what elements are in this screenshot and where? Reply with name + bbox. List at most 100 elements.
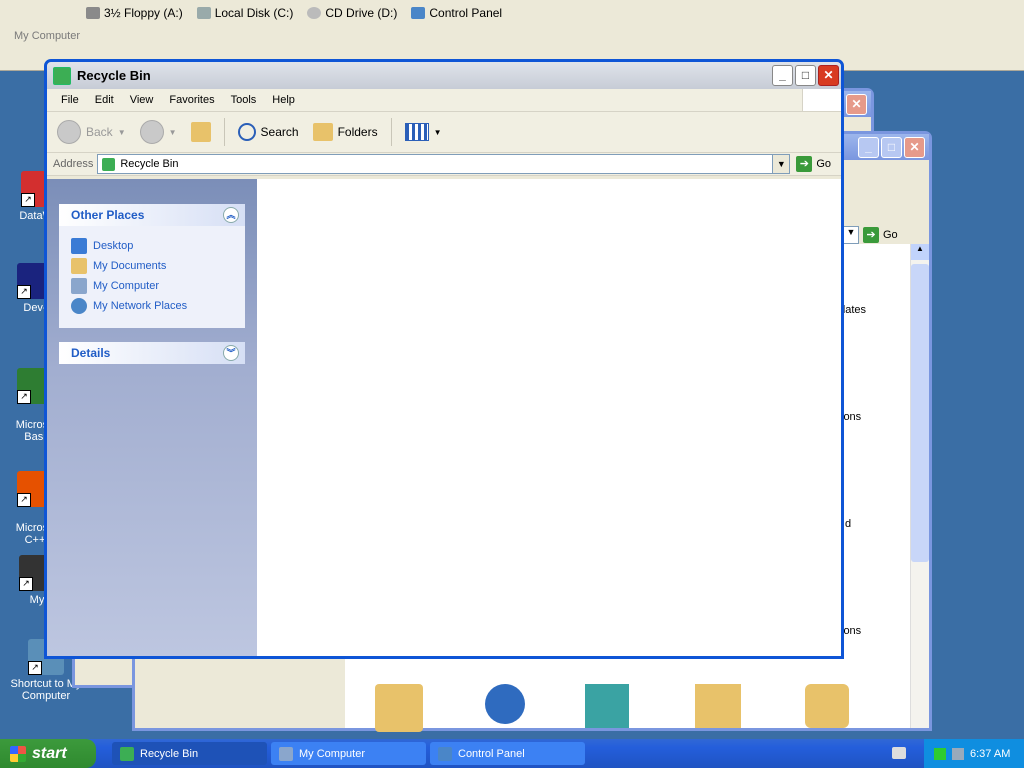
printer-icon[interactable]	[375, 684, 423, 732]
scroll-thumb[interactable]	[911, 264, 929, 562]
expand-icon[interactable]: ︾	[223, 345, 239, 361]
search-icon	[237, 123, 256, 141]
place-desktop[interactable]: Desktop	[71, 238, 233, 254]
toolbar-separator	[390, 118, 392, 146]
my-computer-icon	[71, 278, 87, 294]
scroll-up-icon[interactable]: ▲	[911, 244, 929, 260]
drive-label: Control Panel	[429, 6, 503, 20]
menu-bar: File Edit View Favorites Tools Help	[47, 89, 841, 112]
address-dropdown-icon[interactable]: ▼	[843, 226, 859, 244]
cp-item-label[interactable]: d	[845, 518, 851, 530]
other-places-panel: Other Places ︽ Desktop My Documents My C…	[59, 204, 245, 328]
menu-help[interactable]: Help	[264, 92, 303, 108]
address-label: Address	[53, 158, 94, 170]
minimize-icon[interactable]: _	[858, 136, 879, 158]
maximize-button[interactable]: □	[795, 65, 816, 86]
window-title: Recycle Bin	[77, 68, 151, 83]
folders-icon	[312, 123, 333, 141]
chevron-down-icon[interactable]: ▼	[434, 128, 442, 137]
drive-item-cd[interactable]: CD Drive (D:)	[307, 6, 397, 20]
cp-item-label[interactable]: ions	[841, 625, 861, 637]
drive-label: CD Drive (D:)	[325, 6, 398, 20]
taskbar: start Recycle Bin My Computer Control Pa…	[0, 739, 1024, 768]
vertical-scrollbar[interactable]: ▲	[910, 244, 929, 728]
scanner-folder-icon[interactable]	[695, 684, 741, 728]
panel-title: Details	[71, 346, 111, 360]
back-arrow-icon	[57, 120, 81, 144]
clock[interactable]: 6:37 AM	[970, 748, 1010, 760]
collapse-icon[interactable]: ︽	[223, 207, 239, 223]
file-list-area[interactable]	[257, 179, 841, 656]
cd-icon	[307, 7, 322, 19]
desktop-icon	[71, 238, 87, 254]
other-places-header[interactable]: Other Places ︽	[59, 204, 245, 226]
recycle-bin-icon	[102, 157, 116, 171]
scheduled-tasks-icon[interactable]	[805, 684, 849, 728]
registry-icon[interactable]	[585, 684, 629, 728]
keyboard-icon[interactable]	[892, 747, 906, 759]
desktop-icon-label: Shortcut to My Computer	[10, 678, 82, 702]
views-icon	[404, 123, 429, 141]
task-pane: Other Places ︽ Desktop My Documents My C…	[47, 179, 257, 656]
my-computer-icon	[279, 746, 293, 761]
drive-item-control-panel[interactable]: Control Panel	[411, 6, 502, 20]
control-panel-icon	[411, 7, 426, 19]
folders-button[interactable]: Folders	[309, 121, 382, 143]
search-button[interactable]: Search	[234, 121, 303, 143]
desktop-icon-label: My	[29, 594, 45, 606]
go-label: Go	[883, 229, 898, 241]
menu-tools[interactable]: Tools	[223, 92, 265, 108]
start-button[interactable]: start	[0, 739, 96, 768]
drive-list: 3½ Floppy (A:) Local Disk (C:) CD Drive …	[86, 6, 502, 20]
other-places-list: Desktop My Documents My Computer My Netw…	[59, 226, 245, 328]
menu-edit[interactable]: Edit	[87, 92, 122, 108]
maximize-icon[interactable]: □	[881, 136, 902, 158]
place-label: My Computer	[93, 280, 160, 292]
address-bar: Address Recycle Bin ▼ ➔ Go	[47, 153, 841, 176]
views-button[interactable]: ▼	[401, 121, 446, 143]
status-icon[interactable]	[934, 747, 946, 760]
panel-title: Other Places	[71, 208, 145, 222]
up-button[interactable]	[187, 120, 215, 144]
close-icon[interactable]: ✕	[846, 93, 867, 115]
back-button[interactable]: Back ▼	[53, 118, 130, 146]
task-control-panel[interactable]: Control Panel	[430, 742, 585, 765]
details-panel: Details ︾	[59, 342, 245, 364]
toolbar-separator	[223, 118, 225, 146]
control-panel-icon	[438, 746, 452, 761]
chevron-down-icon[interactable]: ▼	[169, 128, 177, 137]
address-input[interactable]: Recycle Bin ▼	[97, 154, 791, 174]
menu-file[interactable]: File	[53, 92, 87, 108]
title-bar[interactable]: Recycle Bin _ □ ✕	[47, 62, 841, 89]
place-my-documents[interactable]: My Documents	[71, 258, 233, 274]
place-my-network-places[interactable]: My Network Places	[71, 298, 233, 314]
folder-up-icon	[190, 122, 211, 142]
forward-button[interactable]: ▼	[136, 118, 181, 146]
start-label: start	[32, 744, 67, 762]
task-label: Recycle Bin	[140, 747, 199, 760]
go-button[interactable]: ➔ Go	[796, 156, 831, 172]
network-icon[interactable]	[952, 747, 964, 760]
place-label: My Documents	[93, 260, 167, 272]
details-header[interactable]: Details ︾	[59, 342, 245, 364]
place-my-computer[interactable]: My Computer	[71, 278, 233, 294]
close-icon[interactable]: ✕	[904, 136, 925, 158]
close-button[interactable]: ✕	[818, 65, 839, 86]
go-arrow-icon: ➔	[863, 227, 879, 243]
drive-item-local-disk[interactable]: Local Disk (C:)	[196, 6, 293, 20]
chevron-down-icon[interactable]: ▼	[118, 128, 126, 137]
address-dropdown-icon[interactable]: ▼	[772, 155, 790, 173]
address-value: Recycle Bin	[120, 158, 179, 170]
task-recycle-bin[interactable]: Recycle Bin	[112, 742, 267, 765]
recycle-bin-window[interactable]: Recycle Bin _ □ ✕ File Edit View Favorit…	[44, 59, 844, 659]
drive-item-floppy[interactable]: 3½ Floppy (A:)	[86, 6, 183, 20]
minimize-button[interactable]: _	[772, 65, 793, 86]
globe-icon[interactable]	[485, 684, 525, 724]
go-button[interactable]: ▼ ➔ Go	[843, 226, 898, 244]
cp-item-label[interactable]: ions	[841, 411, 861, 423]
menu-favorites[interactable]: Favorites	[161, 92, 222, 108]
task-my-computer[interactable]: My Computer	[271, 742, 426, 765]
menu-view[interactable]: View	[122, 92, 162, 108]
system-tray: 6:37 AM	[924, 739, 1024, 768]
window-content: Other Places ︽ Desktop My Documents My C…	[47, 179, 841, 656]
